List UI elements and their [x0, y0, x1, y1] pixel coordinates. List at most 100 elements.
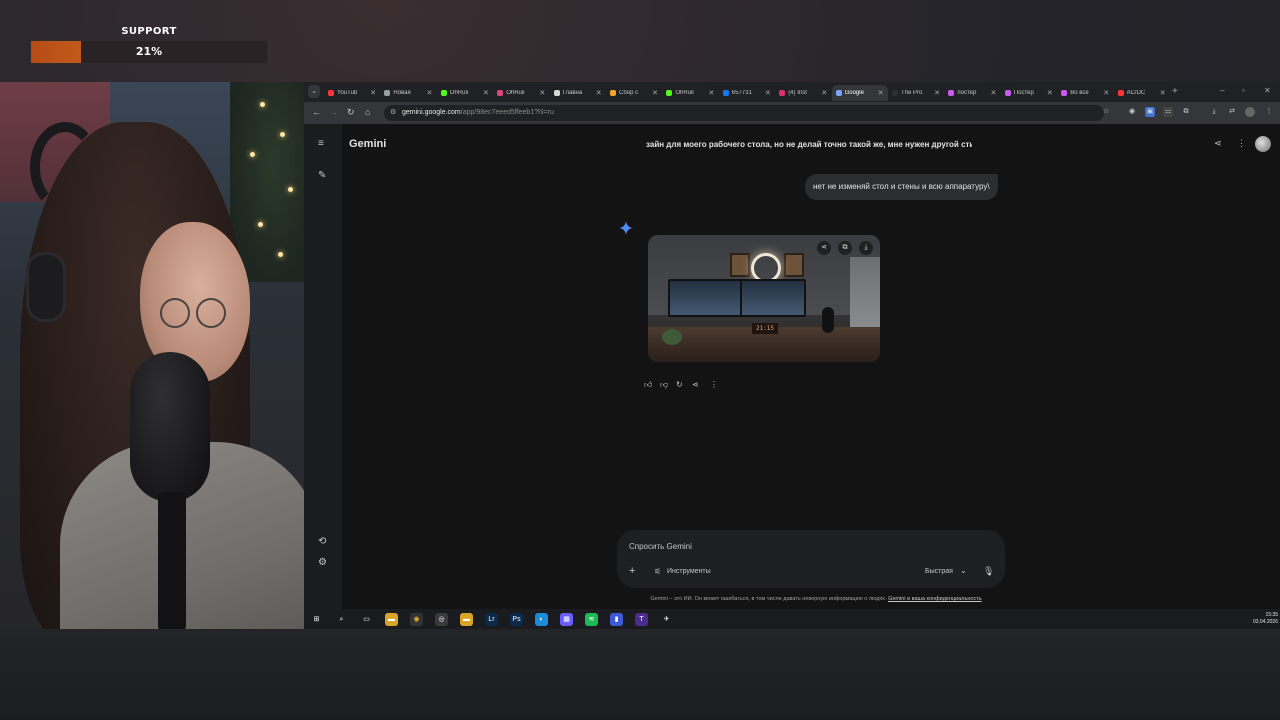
image-copy-icon[interactable]: ⧉ — [838, 241, 852, 255]
reload-icon[interactable]: ↻ — [347, 107, 355, 118]
de-icon — [553, 90, 560, 96]
add-files-icon[interactable]: + — [629, 565, 635, 577]
close-window-icon[interactable]: ✕ — [1264, 86, 1271, 95]
browser-tab[interactable]: Главна ✕ — [550, 85, 606, 101]
restore-icon[interactable]: ▫ — [1242, 86, 1245, 95]
image-clock: 21:15 — [752, 323, 778, 334]
close-tab-icon[interactable]: ✕ — [539, 89, 545, 97]
thumbs-down-icon[interactable]: 👎︎ — [660, 380, 668, 390]
generated-image[interactable]: 21:15 ⋖ ⧉ ⤓ — [648, 235, 880, 362]
system-clock[interactable]: 15:35 03.04.2026 — [1253, 612, 1278, 626]
browser-tab[interactable]: YouTub ✕ — [324, 85, 380, 101]
translate-icon[interactable]: ⇄ — [1227, 107, 1237, 117]
back-icon[interactable]: ← — [312, 107, 321, 117]
close-tab-icon[interactable]: ✕ — [709, 89, 715, 97]
browser-tab[interactable]: Во все ✕ — [1057, 85, 1113, 101]
close-tab-icon[interactable]: ✕ — [991, 89, 997, 97]
instagram-icon — [779, 90, 786, 96]
obs-icon[interactable]: ◎ — [435, 613, 448, 626]
extensions-puzzle-icon[interactable]: ⧉ — [1181, 107, 1191, 117]
browser-tab[interactable]: OhRuli ✕ — [437, 85, 493, 101]
browser-tab[interactable]: The Pro ✕ — [888, 85, 944, 101]
download-icon[interactable]: ⤓ — [1209, 107, 1219, 117]
webcam-feed — [0, 82, 304, 629]
close-tab-icon[interactable]: ✕ — [1047, 89, 1053, 97]
edge-icon[interactable]: ◐ — [535, 613, 548, 626]
more-response-icon[interactable]: ⋮ — [710, 380, 718, 389]
chrome-icon[interactable]: ◉ — [410, 613, 423, 626]
address-bar[interactable]: ⚙ gemini.google.com/app/98ec7eeed5ffeeb1… — [384, 105, 1104, 121]
image-share-icon[interactable]: ⋖ — [817, 241, 831, 255]
close-tab-icon[interactable]: ✕ — [765, 89, 771, 97]
privacy-link[interactable]: Gemini и ваша конфиденциальность — [888, 596, 982, 602]
task-view-icon[interactable]: ▭ — [360, 613, 373, 626]
avatar[interactable] — [1255, 136, 1271, 152]
explorer-icon[interactable]: ▬ — [385, 613, 398, 626]
side-rail: ≡ ✎ ⟲ ⚙ — [304, 124, 342, 609]
close-tab-icon[interactable]: ✕ — [370, 89, 376, 97]
browser-tab[interactable]: постер ✕ — [944, 85, 1000, 101]
share-response-icon[interactable]: ⋖ — [692, 380, 699, 389]
search-icon[interactable]: ⌕ — [335, 613, 348, 626]
new-chat-icon[interactable]: ✎ — [318, 170, 326, 181]
extension-icon[interactable]: ◉ — [1127, 107, 1137, 117]
browser-tab[interactable]: Google ✕ — [831, 85, 888, 101]
close-tab-icon[interactable]: ✕ — [1160, 89, 1166, 97]
home-icon[interactable]: ⌂ — [365, 107, 370, 117]
stats-icon[interactable]: ▮ — [610, 613, 623, 626]
menu-kebab-icon[interactable]: ⋮ — [1264, 107, 1274, 117]
close-tab-icon[interactable]: ✕ — [821, 89, 827, 97]
image-download-icon[interactable]: ⤓ — [859, 241, 873, 255]
steam-icon[interactable]: ✈ — [660, 613, 673, 626]
browser-tab[interactable]: AC/DC ✕ — [1114, 85, 1170, 101]
settings-gear-icon[interactable]: ⚙ — [318, 557, 327, 568]
lightroom-icon[interactable]: Lr — [485, 613, 498, 626]
microphone-icon[interactable]: 🎙︎ — [983, 566, 994, 577]
explorer-icon[interactable]: ▬ — [460, 613, 473, 626]
minimize-icon[interactable]: – — [1220, 86, 1224, 95]
close-tab-icon[interactable]: ✕ — [427, 89, 433, 97]
tools-button[interactable]: Инструменты — [667, 568, 711, 575]
browser-tab[interactable]: Сбор с ✕ — [606, 85, 662, 101]
close-tab-icon[interactable]: ✕ — [596, 89, 602, 97]
hamburger-menu-icon[interactable]: ≡ — [318, 138, 324, 149]
prompt-input[interactable]: Спросить Gemini + ⚟ Инструменты Быстрая … — [617, 530, 1005, 588]
close-tab-icon[interactable]: ✕ — [934, 89, 940, 97]
share-icon[interactable]: ⋖ — [1214, 138, 1222, 149]
spotify-icon[interactable]: ≋ — [585, 613, 598, 626]
photoshop-icon[interactable]: Ps — [510, 613, 523, 626]
app-title: Gemini — [349, 138, 387, 150]
browser-tab[interactable]: Постер ✕ — [1001, 85, 1057, 101]
model-mode-select[interactable]: Быстрая — [925, 568, 953, 575]
thumbs-up-icon[interactable]: 👍︎ — [644, 380, 652, 390]
tab-search-icon[interactable]: ⌄ — [308, 85, 320, 98]
webcam-cup — [26, 252, 66, 322]
tools-icon[interactable]: ⚟ — [654, 567, 661, 576]
close-tab-icon[interactable]: ✕ — [878, 89, 884, 97]
extension-icon[interactable]: ⚏ — [1163, 107, 1173, 117]
chevron-down-icon[interactable]: ⌄ — [960, 566, 967, 575]
browser-tab[interactable]: OhRuli ✕ — [493, 85, 549, 101]
forward-icon[interactable]: → — [329, 107, 338, 117]
twitch-text-icon[interactable]: T — [635, 613, 648, 626]
activity-icon[interactable]: ⟲ — [318, 536, 326, 547]
close-tab-icon[interactable]: ✕ — [1103, 89, 1109, 97]
windows-icon[interactable]: ⊞ — [310, 613, 323, 626]
profile-icon[interactable] — [1245, 107, 1255, 117]
browser-tab[interactable]: 657731 ✕ — [719, 85, 775, 101]
browser-tab[interactable]: Новая ✕ — [380, 85, 436, 101]
browser-tab[interactable]: OhRuli ✕ — [662, 85, 718, 101]
site-info-icon[interactable]: ⚙ — [390, 105, 396, 121]
browser-tab[interactable]: (4) Inst ✕ — [775, 85, 831, 101]
regenerate-icon[interactable]: ↻ — [676, 380, 683, 389]
grid-app-icon[interactable]: ▦ — [560, 613, 573, 626]
close-tab-icon[interactable]: ✕ — [483, 89, 489, 97]
more-options-icon[interactable]: ⋮ — [1237, 138, 1246, 149]
close-tab-icon[interactable]: ✕ — [652, 89, 658, 97]
site-icon — [892, 90, 898, 96]
extension-icon[interactable]: ▣ — [1145, 107, 1155, 117]
new-tab-icon[interactable]: + — [1172, 86, 1178, 97]
bookmark-star-icon[interactable]: ☆ — [1101, 107, 1111, 117]
tab-label: (4) Inst — [788, 90, 807, 96]
tab-label: 657731 — [731, 90, 752, 96]
